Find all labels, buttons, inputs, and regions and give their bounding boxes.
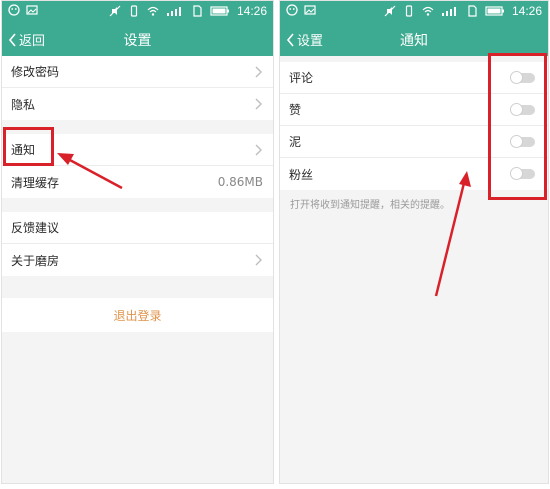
- image-icon: [26, 5, 38, 15]
- chevron-left-icon: [8, 32, 16, 47]
- notification-row[interactable]: 通知: [2, 134, 273, 166]
- row-label: 粉丝: [289, 167, 314, 182]
- sim-icon: [193, 5, 202, 17]
- vibrate-icon: [130, 5, 138, 17]
- about-row[interactable]: 关于磨房: [2, 244, 273, 276]
- signal-icon: [441, 7, 456, 16]
- mention-toggle[interactable]: [510, 135, 535, 148]
- row-label: 通知: [11, 143, 36, 157]
- title-bar: 返回 设置: [2, 23, 273, 56]
- chevron-right-icon: [255, 66, 262, 78]
- like-toggle[interactable]: [510, 103, 535, 116]
- title-bar: 设置 通知: [280, 23, 548, 56]
- row-label: 隐私: [11, 97, 36, 112]
- notification-hint: 打开将收到通知提醒，相关的提醒。: [290, 200, 450, 211]
- row-label: 修改密码: [11, 65, 60, 79]
- row-label: 清理缓存: [11, 175, 60, 190]
- chevron-right-icon: [255, 98, 262, 110]
- sim-icon: [468, 5, 477, 17]
- cache-size: 0.86MB: [217, 175, 263, 189]
- row-label: 评论: [289, 71, 314, 85]
- row-label: 反馈建议: [11, 221, 60, 235]
- notification-toggles: 评论 赞 泥 粉丝: [280, 62, 548, 190]
- follower-toggle-row[interactable]: 粉丝: [280, 158, 548, 190]
- back-label: 设置: [297, 34, 324, 49]
- toggle-knob: [510, 135, 523, 148]
- signal-icon: [166, 7, 181, 16]
- clock: 14:26: [511, 4, 542, 18]
- row-label: 关于磨房: [11, 253, 60, 268]
- battery-icon: [485, 6, 504, 16]
- row-label: 泥: [289, 135, 302, 149]
- mention-toggle-row[interactable]: 泥: [280, 126, 548, 158]
- notification-screen: 14:26 设置 通知 评论 赞 泥 粉丝 打开将收到通知提醒，相关的提醒。: [279, 0, 549, 484]
- chevron-left-icon: [286, 32, 294, 47]
- mute-icon: [109, 5, 121, 17]
- settings-screen: 14:26 返回 设置 修改密码 隐私 通知 清理缓存 0.86MB 反馈建议 …: [1, 0, 274, 484]
- toggle-knob: [510, 167, 523, 180]
- back-button[interactable]: 返回: [8, 23, 45, 56]
- comment-toggle-row[interactable]: 评论: [280, 62, 548, 94]
- about-group: 反馈建议 关于磨房: [2, 212, 273, 276]
- change-password-row[interactable]: 修改密码: [2, 56, 273, 88]
- image-icon: [304, 5, 316, 15]
- toggle-knob: [510, 71, 523, 84]
- wifi-icon: [422, 6, 434, 16]
- feedback-row[interactable]: 反馈建议: [2, 212, 273, 244]
- status-bar: 14:26: [280, 1, 548, 23]
- mute-icon: [384, 5, 396, 17]
- general-group: 通知 清理缓存 0.86MB: [2, 134, 273, 198]
- wifi-icon: [147, 6, 159, 16]
- back-button[interactable]: 设置: [286, 23, 323, 56]
- battery-icon: [210, 6, 229, 16]
- back-label: 返回: [19, 34, 46, 49]
- chevron-right-icon: [255, 254, 262, 266]
- vibrate-icon: [405, 5, 413, 17]
- account-group: 修改密码 隐私: [2, 56, 273, 120]
- status-bar: 14:26: [2, 1, 273, 23]
- app-face-icon: [8, 4, 20, 16]
- privacy-row[interactable]: 隐私: [2, 88, 273, 120]
- logout-button[interactable]: 退出登录: [2, 298, 273, 332]
- chevron-right-icon: [255, 144, 262, 156]
- clear-cache-row[interactable]: 清理缓存 0.86MB: [2, 166, 273, 198]
- row-label: 赞: [289, 103, 302, 117]
- app-face-icon: [286, 4, 298, 16]
- clock: 14:26: [236, 4, 267, 18]
- follower-toggle[interactable]: [510, 167, 535, 180]
- toggle-knob: [510, 103, 523, 116]
- like-toggle-row[interactable]: 赞: [280, 94, 548, 126]
- comment-toggle[interactable]: [510, 71, 535, 84]
